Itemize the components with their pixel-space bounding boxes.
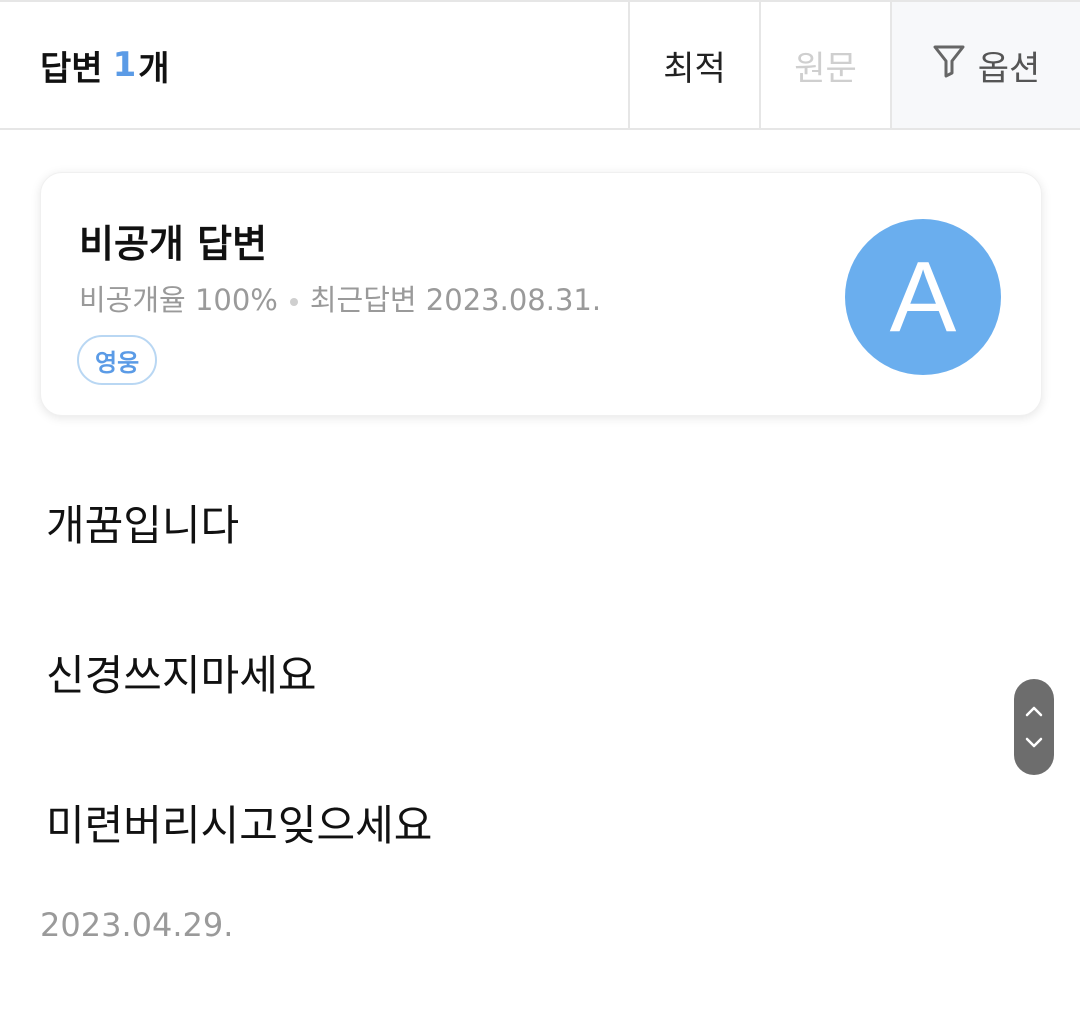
rank-badge: 영웅 [77, 335, 158, 385]
recent-answer-date: 최근답변 2023.08.31. [309, 283, 602, 317]
title-prefix: 답변 [40, 48, 103, 89]
options-label: 옵션 [977, 48, 1041, 89]
answerer-meta: 비공개율 100% 최근답변 2023.08.31. [79, 277, 601, 319]
private-rate: 비공개율 100% [79, 283, 278, 317]
meta-separator-dot [289, 298, 298, 306]
answers-count-title: 답변 1 개 [0, 2, 628, 128]
chevron-up-icon[interactable] [1022, 699, 1046, 723]
sort-best-button[interactable]: 최적 [628, 2, 759, 128]
avatar[interactable]: A [845, 219, 1001, 375]
answer-count: 1 [112, 45, 137, 85]
sort-original-button[interactable]: 원문 [759, 2, 890, 128]
answerer-profile-card[interactable]: 비공개 답변 비공개율 100% 최근답변 2023.08.31. 영웅 A [40, 172, 1042, 416]
filter-icon [932, 43, 966, 88]
answers-header: 답변 1 개 최적 원문 옵션 [0, 0, 1080, 130]
options-button[interactable]: 옵션 [890, 2, 1080, 128]
scroll-controls [1014, 679, 1054, 775]
answer-text-line: 미련버리시고잊으세요 [46, 801, 433, 850]
answer-text-line: 개꿈입니다 [46, 501, 240, 550]
chevron-down-icon[interactable] [1022, 731, 1046, 755]
answerer-name: 비공개 답변 [79, 222, 268, 266]
answer-text-line: 신경쓰지마세요 [46, 651, 317, 700]
title-suffix: 개 [138, 48, 170, 89]
answer-date: 2023.04.29. [40, 906, 234, 944]
